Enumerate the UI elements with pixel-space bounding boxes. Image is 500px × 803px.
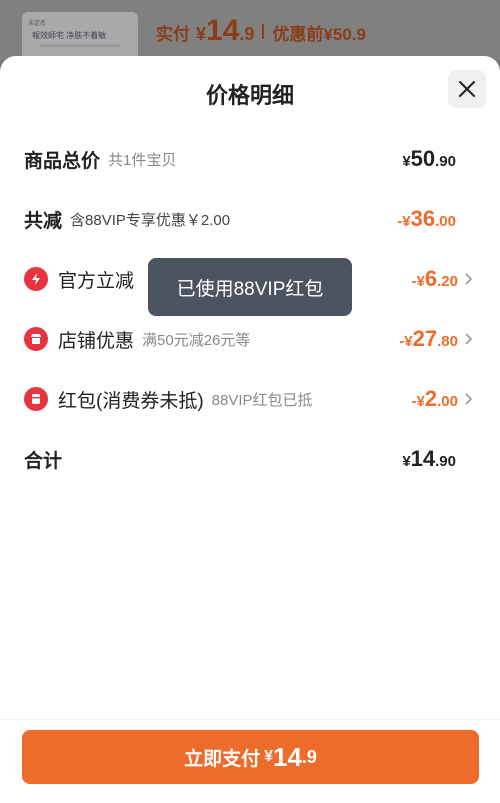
paid-label: 实付: [156, 25, 190, 44]
amount-currency: ¥: [402, 453, 411, 470]
sheet-title: 价格明细: [205, 83, 294, 108]
footer-divider: [0, 719, 500, 720]
amount-decimal: .00: [437, 393, 458, 410]
amount-currency: ¥: [402, 153, 411, 170]
thumbnail-text: 未定名: [28, 21, 47, 27]
amount-decimal: .90: [435, 453, 456, 470]
row-amount: ¥ 50 .90: [402, 146, 456, 172]
amount-integer: 36: [410, 206, 436, 231]
original-price: 优惠前¥50.9: [272, 25, 366, 44]
row-amount: -¥ 6 .20: [412, 266, 458, 292]
close-button[interactable]: [448, 70, 486, 108]
store-icon: [24, 327, 48, 351]
row-label: 店铺优惠: [58, 330, 135, 352]
row-sub: 88VIP红包已抵: [211, 391, 313, 409]
amount-integer: 27: [412, 326, 438, 351]
row-label: 合计: [24, 450, 63, 472]
amount-decimal: .80: [437, 333, 458, 350]
row-amount: -¥ 36 .00: [397, 206, 456, 232]
row-sub: 共1件宝贝: [108, 151, 177, 169]
paid-decimal: .9: [239, 24, 255, 44]
row-amount: -¥ 2 .00: [412, 386, 458, 412]
amount-decimal: .90: [435, 153, 456, 170]
row-sum: 合计 ¥ 14 .90: [24, 439, 474, 479]
paid-currency: ¥: [196, 24, 207, 44]
row-sub: 满50元减26元等: [142, 331, 251, 349]
row-total-discount: 共减 含88VIP专享优惠￥2.00 -¥ 36 .00: [24, 199, 474, 239]
row-amount: -¥ 27 .80: [399, 326, 458, 352]
row-amount: ¥ 14 .90: [402, 446, 456, 472]
row-label: 官方立减: [58, 270, 135, 292]
row-item-total: 商品总价 共1件宝贝 ¥ 50 .90: [24, 139, 474, 179]
close-icon: [459, 81, 475, 97]
amount-decimal: .20: [437, 273, 458, 290]
pay-integer: 14: [272, 741, 302, 772]
price-detail-sheet: 价格明细 商品总价 共1件宝贝 ¥ 50 .90 共减 含88VIP专享优惠￥2…: [0, 56, 500, 803]
thumbnail-line: [40, 44, 120, 47]
row-label: 商品总价: [24, 150, 101, 172]
row-red-packet[interactable]: 红包(消费券未抵) 88VIP红包已抵 -¥ 2 .00: [24, 379, 474, 419]
amount-currency: -¥: [411, 273, 425, 290]
pay-label: 立即支付: [184, 748, 261, 770]
background-header: 未定名 報效師宅 净肤不着敏 实付 ¥ 14 .9 优惠前¥50.9: [0, 0, 500, 68]
row-label: 共减: [24, 210, 63, 232]
amount-integer: 14: [410, 446, 436, 471]
row-store-discount[interactable]: 店铺优惠 满50元减26元等 -¥ 27 .80: [24, 319, 474, 359]
amount-integer: 50: [410, 146, 436, 171]
pay-currency: ¥: [264, 748, 273, 765]
lightning-icon: [24, 267, 48, 291]
chevron-right-icon: [464, 332, 474, 346]
amount-currency: -¥: [397, 213, 411, 230]
amount-currency: -¥: [399, 333, 413, 350]
chevron-right-icon: [464, 392, 474, 406]
tooltip: 已使用88VIP红包: [148, 258, 352, 316]
paid-integer: 14: [206, 14, 240, 47]
amount-integer: 6: [424, 266, 438, 291]
amount-decimal: .00: [435, 213, 456, 230]
red-packet-icon: [24, 387, 48, 411]
amount-integer: 2: [424, 386, 438, 411]
price-divider: [262, 23, 265, 39]
background-price: 实付 ¥ 14 .9 优惠前¥50.9: [156, 14, 366, 48]
row-label: 红包(消费券未抵): [58, 390, 204, 412]
amount-currency: -¥: [411, 393, 425, 410]
pay-decimal: .9: [301, 746, 317, 767]
thumbnail-caption: 報效師宅 净肤不着敏: [32, 31, 107, 40]
row-sub: 含88VIP专享优惠￥2.00: [70, 211, 231, 229]
chevron-right-icon: [464, 272, 474, 286]
pay-now-button[interactable]: 立即支付 ¥ 14 .9: [22, 730, 479, 784]
